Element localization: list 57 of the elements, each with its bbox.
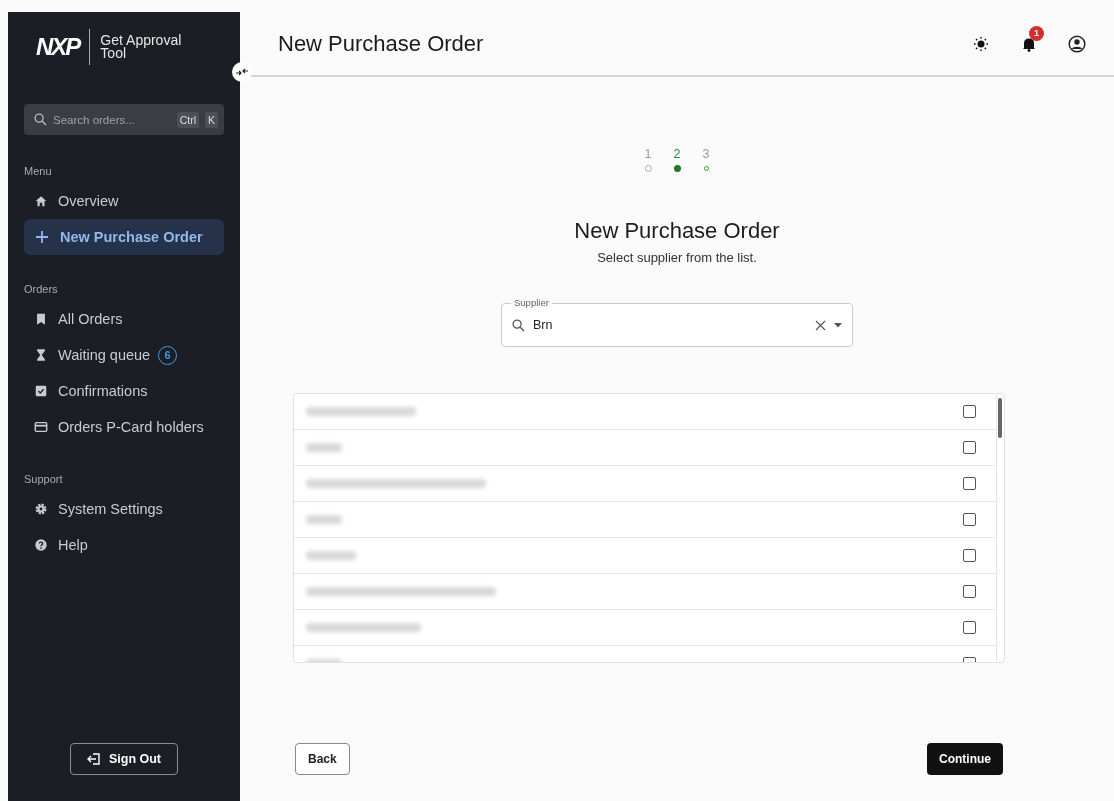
- field-label: Supplier: [511, 297, 552, 308]
- search-placeholder: Search orders...: [53, 113, 136, 126]
- card-icon: [34, 420, 48, 434]
- section-title: Orders: [24, 283, 59, 295]
- sidebar-item[interactable]: All Orders: [24, 301, 224, 337]
- home-icon: [34, 194, 48, 208]
- step-number: 2: [673, 147, 681, 161]
- sidebar-item[interactable]: New Purchase Order: [24, 219, 224, 255]
- sidebar-item[interactable]: Waiting queue 6: [24, 337, 224, 373]
- notification-badge: 1: [1029, 25, 1044, 41]
- plus-icon: [34, 229, 50, 245]
- blurred-text: [306, 551, 356, 560]
- search-icon: [34, 113, 47, 126]
- blurred-text: [306, 443, 342, 452]
- sidebar-item[interactable]: System Settings: [24, 491, 224, 527]
- step-number: 1: [644, 147, 652, 161]
- continue-button[interactable]: Continue: [927, 743, 1003, 775]
- caret-icon[interactable]: [834, 322, 842, 328]
- hourglass-icon: [34, 348, 48, 362]
- shortcut-key: K: [205, 111, 218, 128]
- collapse-icon: [236, 67, 248, 77]
- scrollbar-thumb[interactable]: [998, 398, 1002, 438]
- sidebar-item[interactable]: Overview: [24, 183, 224, 219]
- form-title: New Purchase Order: [574, 218, 780, 244]
- sidebar-item[interactable]: Orders P-Card holders: [24, 409, 224, 445]
- sidebar-item[interactable]: Confirmations: [24, 373, 224, 409]
- checkbox[interactable]: [963, 549, 976, 562]
- checkbox-icon: [34, 384, 48, 398]
- sun-icon[interactable]: [972, 34, 990, 53]
- help-icon: [34, 538, 48, 552]
- checkbox[interactable]: [963, 405, 976, 418]
- search-icon: [512, 318, 525, 332]
- sign-out-button[interactable]: Sign Out: [69, 743, 179, 775]
- blurred-text: [306, 515, 342, 524]
- gear-icon: [34, 502, 48, 516]
- search-field[interactable]: Search orders... Ctrl K: [24, 104, 224, 135]
- shortcut-key: Ctrl: [176, 111, 199, 128]
- checkbox[interactable]: [963, 441, 976, 454]
- logo: NXP: [36, 33, 80, 61]
- account-icon[interactable]: [1068, 34, 1086, 53]
- form-subtitle: Select supplier from the list.: [597, 250, 757, 265]
- section-title: Menu: [24, 165, 53, 177]
- sidebar-item[interactable]: Help: [24, 527, 224, 563]
- bookmark-icon: [34, 312, 48, 326]
- field-value: Brn: [533, 318, 554, 332]
- checkbox[interactable]: [963, 621, 976, 634]
- checkbox[interactable]: [963, 585, 976, 598]
- checkbox[interactable]: [963, 513, 976, 526]
- section-title: Support: [24, 473, 64, 485]
- back-button[interactable]: Back: [295, 743, 350, 775]
- step-number: 3: [702, 147, 710, 161]
- app-name: Get Approval Tool: [100, 34, 183, 60]
- collapse-button[interactable]: [232, 62, 252, 82]
- page-title: New Purchase Order: [278, 30, 485, 57]
- checkbox[interactable]: [963, 477, 976, 490]
- clear-icon[interactable]: [815, 319, 826, 331]
- sign-out-icon: [86, 752, 101, 766]
